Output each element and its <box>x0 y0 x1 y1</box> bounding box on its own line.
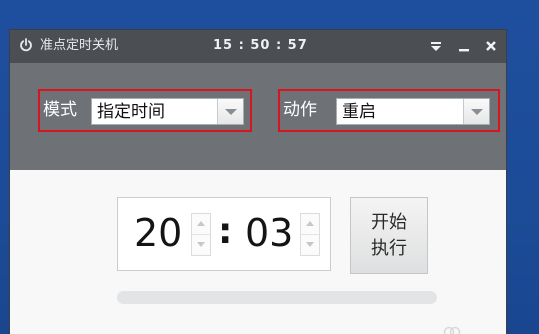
title-bar: 准点定时关机 15 : 50 : 57 <box>10 30 506 63</box>
action-select-value: 重启 <box>342 102 376 122</box>
close-button[interactable] <box>483 38 499 54</box>
mode-label: 模式 <box>43 100 77 120</box>
power-icon <box>20 38 32 52</box>
hour-decrement-button[interactable] <box>192 235 210 255</box>
mode-option-group: 模式 指定时间 <box>38 89 252 132</box>
hour-spinner <box>191 213 211 256</box>
time-separator: : <box>218 211 233 252</box>
decorative-icon <box>443 326 461 334</box>
spin-down-icon <box>306 242 314 247</box>
start-execute-button[interactable]: 开始 执行 <box>350 197 428 274</box>
action-label: 动作 <box>283 100 317 120</box>
options-panel: 模式 指定时间 动作 重启 <box>10 63 506 170</box>
hour-field[interactable]: 20 <box>134 211 182 255</box>
minimize-button[interactable] <box>456 38 472 54</box>
time-picker: 20 : 03 <box>117 197 331 271</box>
minute-increment-button[interactable] <box>301 214 319 235</box>
menu-button[interactable] <box>428 38 444 54</box>
mode-select-arrow[interactable] <box>217 99 243 124</box>
minimize-icon <box>459 49 469 52</box>
minute-spinner <box>300 213 320 256</box>
action-select-arrow[interactable] <box>463 99 489 124</box>
mode-select[interactable]: 指定时间 <box>91 98 244 125</box>
start-button-label: 开始 执行 <box>371 212 407 259</box>
action-select[interactable]: 重启 <box>336 98 490 125</box>
timer-content: 20 : 03 开始 执行 <box>10 170 506 334</box>
chevron-down-icon <box>225 109 237 115</box>
app-window: 准点定时关机 15 : 50 : 57 模式 指定时间 动作 重启 20: 0… <box>10 30 506 334</box>
app-title: 准点定时关机 <box>40 38 119 53</box>
dropdown-menu-icon <box>431 42 441 51</box>
close-icon <box>486 41 496 51</box>
current-time-clock: 15 : 50 : 57 <box>213 38 308 53</box>
spin-up-icon <box>306 221 314 226</box>
chevron-down-icon <box>471 109 483 115</box>
spin-down-icon <box>197 242 205 247</box>
minute-decrement-button[interactable] <box>301 235 319 255</box>
spin-up-icon <box>197 221 205 226</box>
countdown-progress-track <box>117 291 437 304</box>
hour-increment-button[interactable] <box>192 214 210 235</box>
minute-field[interactable]: 03 <box>245 211 293 255</box>
action-option-group: 动作 重启 <box>278 89 500 132</box>
mode-select-value: 指定时间 <box>97 102 165 122</box>
